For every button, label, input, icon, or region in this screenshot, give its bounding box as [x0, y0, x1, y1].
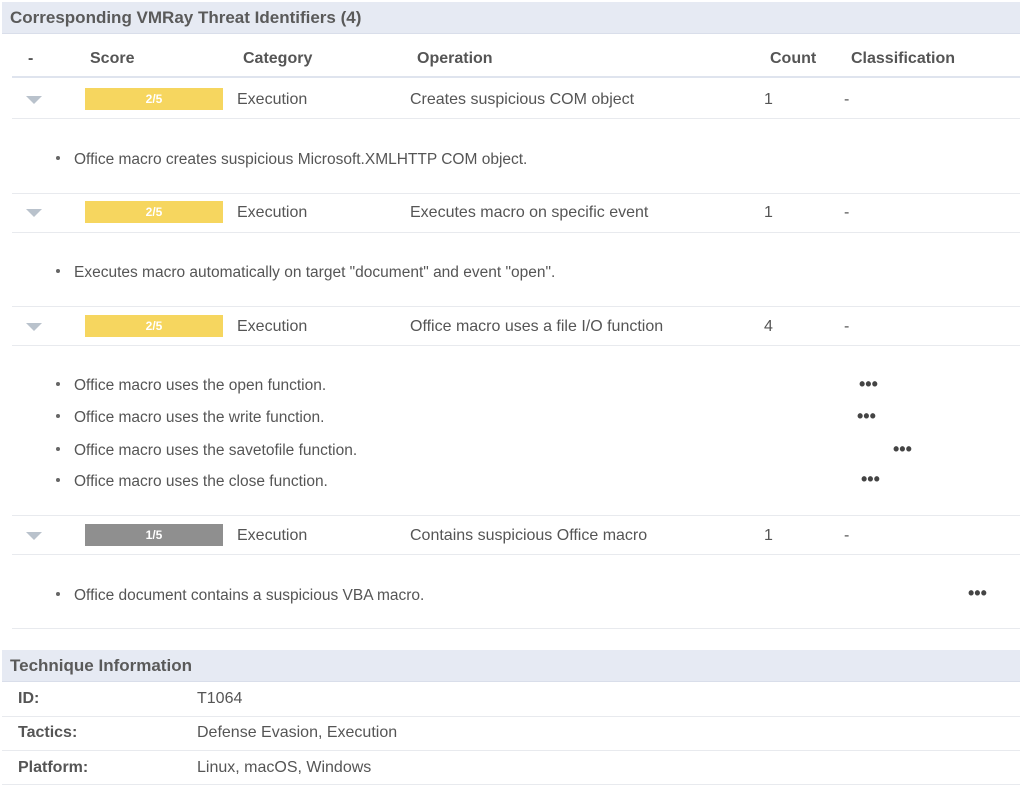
- detail-text: Office macro creates suspicious Microsof…: [74, 151, 528, 168]
- bullet-icon: [56, 477, 60, 482]
- bullet-icon: [56, 268, 60, 273]
- detail-text: Office macro uses the write function.: [74, 409, 325, 426]
- row-count: 1: [764, 527, 773, 544]
- detail-text: Office macro uses the close function.: [74, 473, 328, 490]
- row-divider: [12, 306, 1020, 307]
- detail-item: Office macro uses the open function.: [56, 377, 326, 395]
- detail-text: Office document contains a suspicious VB…: [74, 587, 425, 604]
- expand-caret-icon[interactable]: [26, 96, 42, 104]
- score-badge: 2/5: [85, 315, 223, 337]
- row-classification: -: [844, 91, 850, 108]
- more-icon[interactable]: •••: [893, 439, 912, 460]
- bullet-icon: [56, 155, 60, 160]
- bullet-icon: [56, 413, 60, 418]
- detail-text: Executes macro automatically on target "…: [74, 264, 556, 281]
- technique-information-header: Technique Information: [2, 650, 1020, 682]
- col-header-count[interactable]: Count: [770, 50, 816, 68]
- row-divider: [12, 345, 1020, 346]
- technique-tactics-value: Defense Evasion, Execution: [197, 724, 398, 741]
- row-divider: [12, 515, 1020, 516]
- row-operation: Creates suspicious COM object: [410, 91, 635, 108]
- row-count: 4: [764, 318, 773, 335]
- row-count: 1: [764, 91, 773, 108]
- technique-tactics-label: Tactics:: [18, 724, 78, 741]
- bullet-icon: [56, 591, 60, 596]
- more-icon[interactable]: •••: [861, 469, 880, 490]
- more-icon[interactable]: •••: [968, 583, 987, 604]
- detail-item: Executes macro automatically on target "…: [56, 264, 555, 282]
- score-badge: 2/5: [85, 88, 223, 110]
- row-divider: [12, 193, 1020, 194]
- col-header-toggle: -: [28, 50, 34, 67]
- row-divider: [2, 750, 1020, 751]
- technique-platform-label: Platform:: [18, 759, 89, 776]
- bullet-icon: [56, 446, 60, 451]
- row-category: Execution: [237, 204, 308, 221]
- more-icon[interactable]: •••: [857, 406, 876, 427]
- row-operation: Contains suspicious Office macro: [410, 527, 648, 544]
- row-operation: Office macro uses a file I/O function: [410, 318, 664, 335]
- score-badge: 1/5: [85, 524, 223, 546]
- row-divider: [12, 628, 1020, 629]
- expand-caret-icon[interactable]: [26, 323, 42, 331]
- row-category: Execution: [237, 91, 308, 108]
- row-operation: Executes macro on specific event: [410, 204, 649, 221]
- row-category: Execution: [237, 527, 308, 544]
- col-header-category[interactable]: Category: [243, 50, 312, 68]
- expand-caret-icon[interactable]: [26, 532, 42, 540]
- row-count: 1: [764, 204, 773, 221]
- technique-platform-value: Linux, macOS, Windows: [197, 759, 372, 776]
- detail-text: Office macro uses the savetofile functio…: [74, 442, 358, 459]
- bullet-icon: [56, 381, 60, 386]
- score-badge: 2/5: [85, 201, 223, 223]
- row-classification: -: [844, 204, 850, 221]
- header-divider: [12, 76, 1020, 78]
- row-divider: [2, 716, 1020, 717]
- technique-id-label: ID:: [18, 690, 40, 707]
- row-divider: [2, 784, 1020, 785]
- row-divider: [12, 554, 1020, 555]
- technique-id-value: T1064: [197, 690, 243, 707]
- threat-identifiers-header: Corresponding VMRay Threat Identifiers (…: [2, 2, 1020, 34]
- row-divider: [12, 118, 1020, 119]
- detail-item: Office document contains a suspicious VB…: [56, 587, 424, 605]
- more-icon[interactable]: •••: [859, 374, 878, 395]
- col-header-operation[interactable]: Operation: [417, 50, 493, 68]
- col-header-score[interactable]: Score: [90, 50, 134, 68]
- row-category: Execution: [237, 318, 308, 335]
- detail-item: Office macro uses the write function.: [56, 409, 324, 427]
- col-header-classification[interactable]: Classification: [851, 50, 955, 68]
- expand-caret-icon[interactable]: [26, 209, 42, 217]
- detail-text: Office macro uses the open function.: [74, 377, 327, 394]
- detail-item: Office macro uses the savetofile functio…: [56, 442, 357, 460]
- row-classification: -: [844, 527, 850, 544]
- row-classification: -: [844, 318, 850, 335]
- detail-item: Office macro uses the close function.: [56, 473, 328, 491]
- detail-item: Office macro creates suspicious Microsof…: [56, 151, 527, 169]
- row-divider: [12, 232, 1020, 233]
